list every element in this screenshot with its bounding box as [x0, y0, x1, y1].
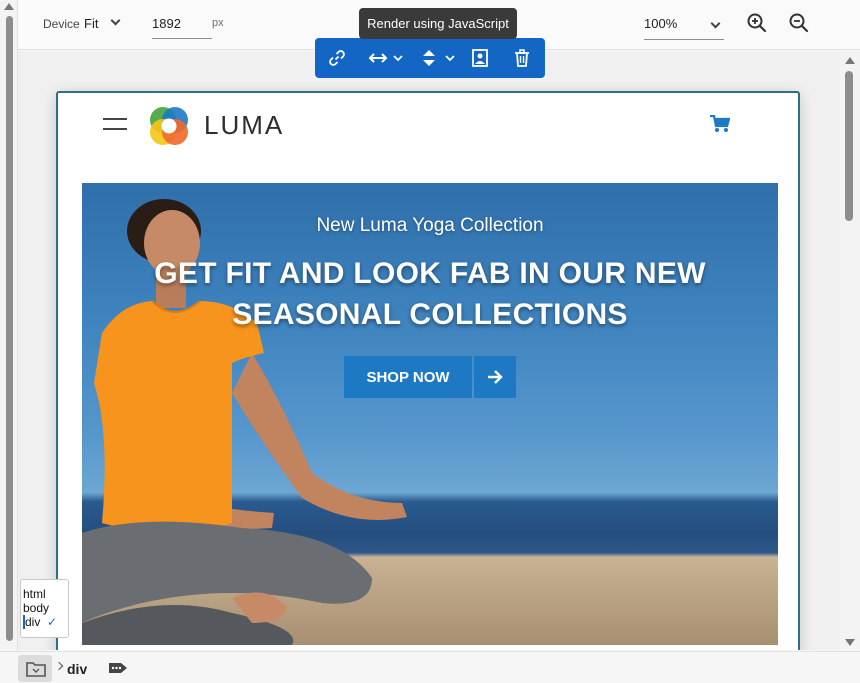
device-frame[interactable]: LUMA New Luma Yoga Collection GET FIT AN… — [56, 91, 800, 650]
zoom-out-button[interactable] — [788, 12, 812, 36]
element-picker: html body div ✓ — [20, 579, 69, 638]
shop-now-arrow-button[interactable] — [474, 356, 516, 398]
luma-logo-icon — [150, 107, 188, 145]
chevron-down-icon — [110, 15, 121, 26]
horizontal-resize-button[interactable] — [367, 47, 405, 69]
shopping-cart-icon[interactable] — [710, 115, 730, 133]
hero-banner[interactable]: New Luma Yoga Collection GET FIT AND LOO… — [82, 183, 778, 645]
scroll-down-arrow-icon[interactable] — [845, 639, 855, 646]
horizontal-resize-icon — [368, 53, 403, 63]
width-input[interactable]: 1892 — [152, 9, 212, 39]
selection-toolbar — [315, 38, 545, 78]
outer-scrollbar[interactable] — [0, 0, 18, 650]
breadcrumb: div — [0, 651, 860, 683]
device-label: Device — [43, 17, 80, 31]
zoom-value: 100% — [644, 16, 678, 31]
zoom-in-icon — [747, 13, 767, 33]
checkmark-icon: ✓ — [47, 615, 58, 629]
zoom-out-icon — [789, 13, 809, 33]
vertical-resize-icon — [423, 50, 455, 66]
hero-title-text: GET FIT AND LOOK FAB IN OUR NEW SEASONAL… — [154, 257, 706, 331]
zoom-select[interactable]: 100% — [644, 9, 724, 40]
scroll-thumb[interactable] — [845, 71, 853, 221]
delete-icon — [515, 49, 529, 67]
picker-item-body[interactable]: body — [23, 601, 68, 615]
device-select-value: Fit — [84, 16, 99, 31]
hero-title: GET FIT AND LOOK FAB IN OUR NEW SEASONAL… — [82, 253, 778, 335]
delete-button[interactable] — [513, 47, 531, 69]
breadcrumb-more-icon[interactable] — [108, 661, 130, 675]
editor-canvas: LUMA New Luma Yoga Collection GET FIT AN… — [18, 51, 840, 650]
vertical-resize-button[interactable] — [419, 47, 457, 69]
folder-button[interactable] — [18, 655, 52, 682]
canvas-scrollbar[interactable] — [840, 51, 860, 650]
scroll-up-arrow-icon[interactable] — [845, 57, 855, 64]
breadcrumb-current[interactable]: div — [67, 661, 87, 677]
image-placeholder-button[interactable] — [471, 47, 489, 69]
scroll-up-arrow-icon[interactable] — [4, 3, 14, 10]
shop-now-button[interactable]: SHOP NOW — [344, 356, 472, 398]
picker-item-div[interactable]: div ✓ — [23, 615, 68, 629]
hamburger-menu-icon[interactable] — [103, 118, 127, 132]
hero-subtitle: New Luma Yoga Collection — [316, 215, 544, 236]
device-select[interactable]: Fit — [84, 12, 124, 36]
width-unit-label: px — [212, 17, 224, 29]
arrow-right-icon — [488, 370, 503, 384]
zoom-in-button[interactable] — [746, 12, 770, 36]
brand-name: LUMA — [204, 110, 285, 140]
link-icon — [329, 50, 345, 66]
chevron-down-icon — [710, 18, 721, 29]
render-tooltip: Render using JavaScript — [359, 8, 517, 39]
image-placeholder-icon — [472, 49, 488, 67]
link-button[interactable] — [327, 47, 347, 69]
picker-item-label: div — [25, 615, 41, 629]
picker-item-html[interactable]: html — [23, 587, 68, 601]
scroll-thumb[interactable] — [6, 16, 13, 641]
chevron-right-icon — [54, 661, 64, 671]
folder-icon — [26, 662, 46, 677]
